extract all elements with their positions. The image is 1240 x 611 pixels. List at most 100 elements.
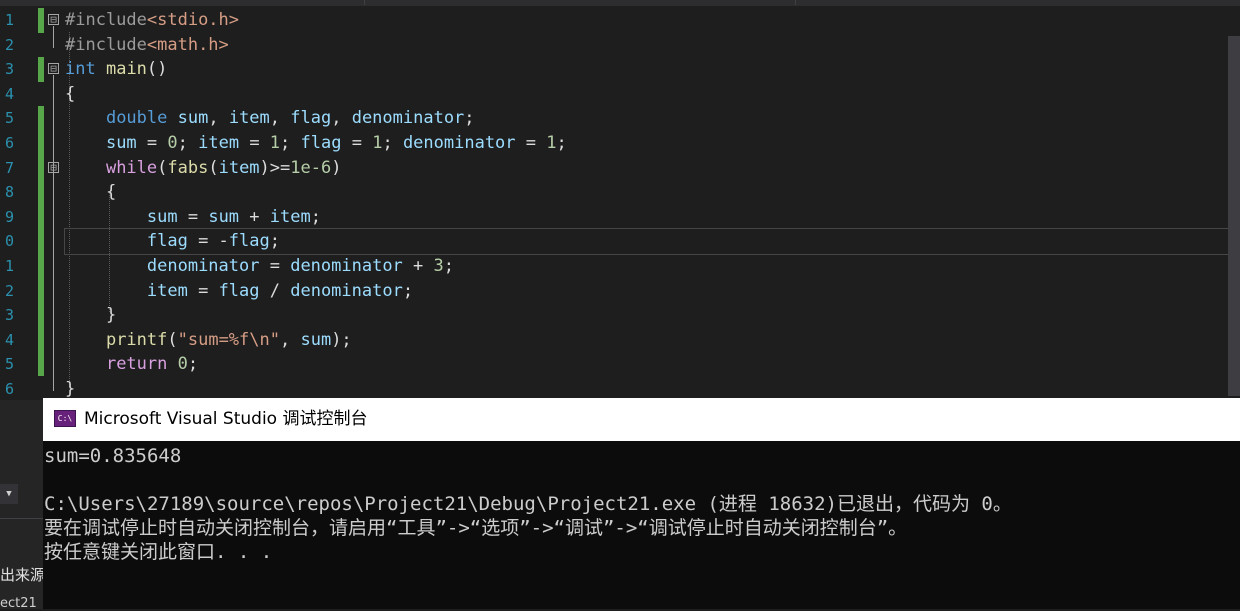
- code-token: "sum=%f\n": [177, 329, 280, 350]
- editor-gutter: ⊟ ⊟ ⊟: [38, 8, 64, 393]
- code-token: 1: [546, 132, 557, 153]
- code-token: ;: [556, 132, 567, 153]
- fold-collapse-icon[interactable]: ⊟: [48, 63, 59, 74]
- code-token: =: [341, 132, 373, 153]
- line-number: 5: [4, 109, 14, 128]
- dropdown-arrow-icon[interactable]: ▼: [0, 484, 18, 504]
- line-number: 0: [4, 232, 14, 251]
- code-text-area[interactable]: #include<stdio.h> #include<math.h> int mai…: [64, 8, 1229, 402]
- console-output-line: sum=0.835648: [44, 445, 182, 467]
- code-editor[interactable]: 1234567890123456 ⊟ ⊟ ⊟ #include<stdio.h>…: [0, 0, 1240, 400]
- code-token: <stdio.h>: [146, 10, 240, 30]
- code-line[interactable]: flag = -flag;: [64, 228, 1229, 255]
- code-token: return: [105, 354, 168, 375]
- code-token: denominator: [290, 280, 403, 301]
- code-token: printf: [105, 329, 168, 350]
- output-source-label: 出来源: [0, 566, 46, 584]
- code-line[interactable]: sum = sum + item;: [65, 205, 1228, 230]
- code-token: ;: [310, 206, 321, 227]
- changed-line-bar: [38, 8, 44, 33]
- navigation-dropdown-scope[interactable]: [364, 0, 793, 5]
- line-number: 2: [4, 35, 14, 54]
- fold-collapse-icon[interactable]: ⊟: [48, 162, 59, 173]
- code-token: )>=: [259, 157, 291, 178]
- code-token: ;: [177, 132, 199, 153]
- code-line[interactable]: printf("sum=%f\n", sum);: [65, 328, 1228, 353]
- code-token: ,: [208, 108, 229, 129]
- code-token: (: [208, 157, 219, 178]
- code-token: /: [259, 280, 291, 301]
- console-output-line: 要在调试停止时自动关闭控制台，请启用“工具”->“选项”->“调试”->“调试停…: [44, 517, 908, 539]
- code-token: sum: [177, 108, 209, 129]
- code-line[interactable]: #include<stdio.h>: [65, 8, 1228, 33]
- code-token: flag: [228, 231, 270, 252]
- code-token: ;: [402, 280, 414, 301]
- code-token: );: [331, 329, 352, 350]
- code-token: = -: [187, 231, 229, 252]
- code-token: ;: [269, 231, 280, 252]
- code-token: sum: [146, 206, 178, 227]
- console-titlebar[interactable]: C:\ Microsoft Visual Studio 调试控制台: [43, 398, 1240, 441]
- code-token: item: [198, 132, 240, 153]
- line-number: 6: [4, 379, 14, 398]
- code-token: =: [239, 132, 270, 153]
- code-line[interactable]: while(fabs(item)>=1e-6): [65, 156, 1228, 181]
- code-line[interactable]: item = flag / denominator;: [65, 279, 1228, 304]
- line-number: 4: [4, 84, 14, 103]
- code-line[interactable]: #include<math.h>: [65, 33, 1228, 58]
- code-line[interactable]: denominator = denominator + 3;: [65, 254, 1228, 279]
- changed-line-bar: [38, 57, 44, 82]
- code-line[interactable]: {: [65, 180, 1228, 205]
- code-token: int: [65, 59, 96, 80]
- line-number: 3: [4, 306, 14, 325]
- code-token: {: [65, 83, 76, 104]
- code-token: (: [157, 157, 168, 178]
- console-title: Microsoft Visual Studio 调试控制台: [84, 409, 368, 429]
- code-token: double: [105, 108, 168, 129]
- code-token: main: [105, 59, 147, 80]
- code-token: denominator: [351, 108, 465, 129]
- code-token: item: [146, 280, 188, 301]
- code-token: }: [65, 378, 76, 399]
- code-token: (): [146, 59, 168, 80]
- code-line[interactable]: double sum, item, flag, denominator;: [65, 106, 1228, 131]
- navigation-dropdown-member[interactable]: [795, 0, 1228, 5]
- code-token: 1e-6: [290, 157, 332, 178]
- fold-collapse-icon[interactable]: ⊟: [48, 14, 59, 25]
- code-token: ;: [280, 132, 301, 153]
- code-token: <math.h>: [146, 34, 229, 55]
- debug-console-window[interactable]: C:\ Microsoft Visual Studio 调试控制台 sum=0.…: [43, 398, 1240, 609]
- code-line[interactable]: return 0;: [65, 352, 1228, 377]
- code-token: fabs: [167, 157, 209, 178]
- console-output-line: 按任意键关闭此窗口. . .: [44, 541, 273, 563]
- code-line[interactable]: {: [65, 82, 1228, 107]
- code-token: =: [259, 255, 291, 276]
- line-number: 4: [4, 330, 14, 349]
- code-token: ): [331, 157, 342, 178]
- vertical-scrollbar[interactable]: [1228, 36, 1240, 396]
- code-token: #include: [65, 34, 147, 55]
- code-token: flag: [218, 280, 260, 301]
- line-number: 6: [4, 133, 14, 152]
- line-number: 7: [4, 158, 14, 177]
- code-line[interactable]: int main(): [65, 57, 1228, 82]
- code-token: item: [218, 157, 260, 178]
- code-line[interactable]: sum = 0; item = 1; flag = 1; denominator…: [65, 131, 1228, 156]
- console-output[interactable]: sum=0.835648 C:\Users\27189\source\repos\…: [44, 444, 1234, 564]
- code-token: item: [269, 206, 311, 227]
- code-token: =: [136, 132, 168, 153]
- code-token: =: [515, 132, 547, 153]
- line-number-margin: 1 2 3 4 5 6 7 8 9 0 1 2 3 4 5 6: [0, 8, 16, 402]
- code-token: ;: [443, 255, 455, 276]
- code-token: (: [167, 329, 178, 350]
- code-line[interactable]: }: [65, 303, 1228, 328]
